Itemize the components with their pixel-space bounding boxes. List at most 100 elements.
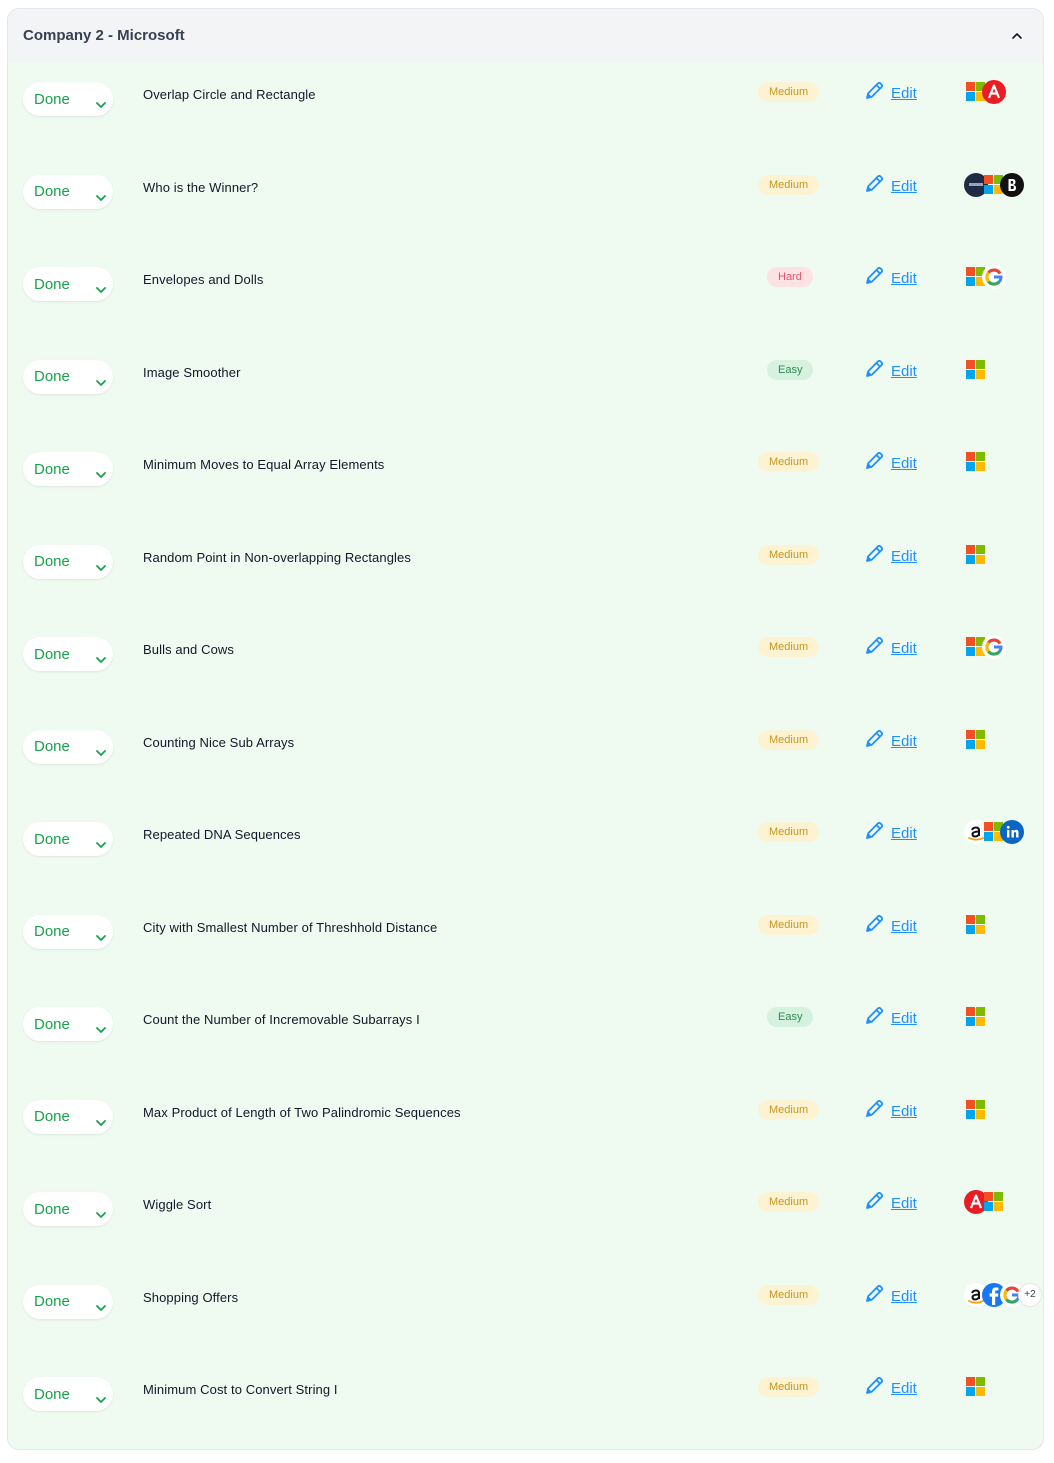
- edit-button[interactable]: Edit: [863, 1283, 917, 1310]
- edit-link[interactable]: Edit: [891, 918, 917, 935]
- pencil-icon: [863, 1283, 885, 1310]
- pencil-icon: [863, 80, 885, 107]
- edit-link[interactable]: Edit: [891, 548, 917, 565]
- pencil-icon: [863, 543, 885, 570]
- microsoft-logo-icon: [964, 358, 988, 382]
- edit-link[interactable]: Edit: [891, 825, 917, 842]
- chevron-down-icon: [96, 1113, 106, 1131]
- microsoft-logo-icon: [964, 913, 988, 937]
- problem-name: Wiggle Sort: [143, 1197, 212, 1212]
- edit-button[interactable]: Edit: [863, 1098, 917, 1125]
- edit-button[interactable]: Edit: [863, 728, 917, 755]
- edit-button[interactable]: Edit: [863, 913, 917, 940]
- pencil-icon: [863, 635, 885, 662]
- table-row: Done Minimum Cost to Convert String I Me…: [8, 1357, 1043, 1449]
- edit-link[interactable]: Edit: [891, 178, 917, 195]
- status-dropdown[interactable]: Done: [23, 544, 113, 579]
- edit-link[interactable]: Edit: [891, 733, 917, 750]
- chevron-down-icon: [96, 1205, 106, 1223]
- edit-link[interactable]: Edit: [891, 455, 917, 472]
- company-logos: [964, 543, 988, 567]
- microsoft-logo-icon: [964, 450, 988, 474]
- edit-link[interactable]: Edit: [891, 85, 917, 102]
- problem-name: Repeated DNA Sequences: [143, 827, 301, 842]
- edit-button[interactable]: Edit: [863, 80, 917, 107]
- edit-button[interactable]: Edit: [863, 543, 917, 570]
- edit-link[interactable]: Edit: [891, 640, 917, 657]
- status-dropdown[interactable]: Done: [23, 359, 113, 394]
- status-dropdown[interactable]: Done: [23, 1007, 113, 1041]
- problem-name: Bulls and Cows: [143, 642, 234, 657]
- edit-link[interactable]: Edit: [891, 1195, 917, 1212]
- problem-name: Random Point in Non-overlapping Rectangl…: [143, 549, 411, 565]
- difficulty-badge: Hard: [767, 267, 813, 287]
- table-row: Done Max Product of Length of Two Palind…: [8, 1080, 1043, 1173]
- pencil-icon: [863, 358, 885, 385]
- status-value: Done: [34, 1293, 70, 1310]
- status-dropdown[interactable]: Done: [23, 1192, 113, 1226]
- edit-button[interactable]: Edit: [863, 173, 917, 200]
- edit-button[interactable]: Edit: [863, 820, 917, 847]
- panel-header[interactable]: Company 2 - Microsoft: [8, 9, 1043, 62]
- google-logo-icon: [982, 265, 1006, 289]
- chevron-down-icon: [96, 1020, 106, 1038]
- table-row: Done Shopping Offers Medium Edit +2: [8, 1265, 1043, 1358]
- edit-button[interactable]: Edit: [863, 1375, 917, 1402]
- status-dropdown[interactable]: Done: [23, 729, 113, 764]
- status-dropdown[interactable]: Done: [23, 174, 113, 209]
- company-logos: [964, 728, 988, 752]
- problem-name: Minimum Cost to Convert String I: [143, 1382, 338, 1397]
- pencil-icon: [863, 1098, 885, 1125]
- chevron-down-icon: [96, 835, 106, 853]
- problem-name: Counting Nice Sub Arrays: [143, 734, 295, 750]
- chevron-down-icon: [96, 743, 106, 761]
- edit-button[interactable]: Edit: [863, 1190, 917, 1217]
- edit-button[interactable]: Edit: [863, 1005, 917, 1032]
- edit-link[interactable]: Edit: [891, 1010, 917, 1027]
- edit-button[interactable]: Edit: [863, 450, 917, 477]
- chevron-up-icon[interactable]: [1007, 26, 1027, 46]
- status-value: Done: [34, 460, 70, 478]
- edit-link[interactable]: Edit: [891, 1103, 917, 1120]
- status-dropdown[interactable]: Done: [23, 82, 113, 116]
- status-value: Done: [34, 1108, 70, 1125]
- problem-name: Count the Number of Incremovable Subarra…: [143, 1012, 420, 1027]
- edit-button[interactable]: Edit: [863, 358, 917, 385]
- more-companies-badge[interactable]: +2: [1018, 1282, 1042, 1307]
- status-dropdown[interactable]: Done: [23, 1284, 113, 1319]
- table-row: Done Counting Nice Sub Arrays Medium Edi…: [8, 710, 1043, 803]
- status-dropdown[interactable]: Done: [23, 822, 113, 856]
- edit-button[interactable]: Edit: [863, 635, 917, 662]
- difficulty-badge: Medium: [758, 174, 820, 195]
- difficulty-badge: Medium: [758, 822, 820, 842]
- status-value: Done: [34, 90, 70, 108]
- status-dropdown[interactable]: Done: [23, 267, 113, 301]
- difficulty-badge: Medium: [758, 544, 820, 565]
- problem-name: Who is the Winner?: [143, 179, 259, 195]
- status-dropdown[interactable]: Done: [23, 914, 113, 949]
- status-value: Done: [34, 1385, 70, 1403]
- status-dropdown[interactable]: Done: [23, 1099, 113, 1134]
- chevron-down-icon: [96, 1298, 106, 1316]
- microsoft-logo-icon: [982, 1190, 1006, 1214]
- difficulty-badge: Medium: [758, 1377, 820, 1397]
- edit-button[interactable]: Edit: [863, 265, 917, 292]
- difficulty-badge: Medium: [758, 1192, 820, 1212]
- edit-link[interactable]: Edit: [891, 1288, 917, 1305]
- edit-link[interactable]: Edit: [891, 363, 917, 380]
- company-logos: [964, 358, 988, 382]
- difficulty-badge: Easy: [767, 359, 814, 380]
- panel-title: Company 2 - Microsoft: [23, 27, 185, 44]
- status-value: Done: [34, 830, 70, 848]
- edit-link[interactable]: Edit: [891, 270, 917, 287]
- chevron-down-icon: [96, 95, 106, 113]
- status-dropdown[interactable]: Done: [23, 452, 113, 486]
- status-dropdown[interactable]: Done: [23, 1377, 113, 1411]
- pencil-icon: [863, 728, 885, 755]
- edit-link[interactable]: Edit: [891, 1380, 917, 1397]
- problem-list: Done Overlap Circle and Rectangle Medium…: [8, 62, 1043, 1449]
- status-dropdown[interactable]: Done: [23, 637, 113, 671]
- status-value: Done: [34, 275, 70, 293]
- problem-name: Shopping Offers: [143, 1289, 239, 1305]
- problem-name: City with Smallest Number of Threshhold …: [143, 919, 438, 935]
